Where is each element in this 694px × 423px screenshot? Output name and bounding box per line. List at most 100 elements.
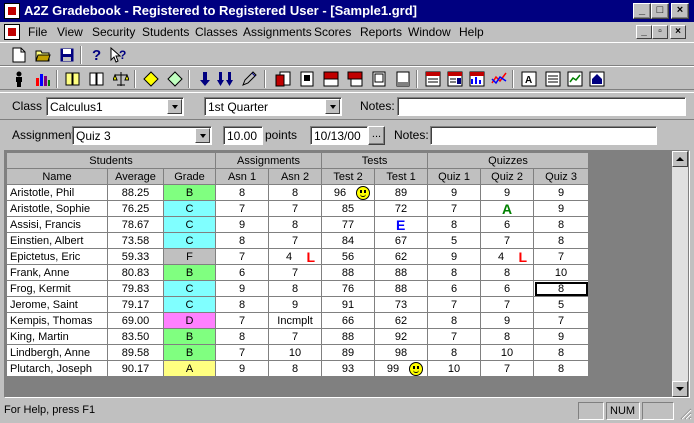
arrow-down-icon[interactable] — [196, 70, 214, 87]
menu-help[interactable]: Help — [459, 25, 484, 39]
cell-name[interactable]: Assisi, Francis — [6, 216, 108, 233]
cell-asn-2[interactable]: 7 — [268, 200, 323, 217]
table-row[interactable]: Assisi, Francis 78.67 C 9 8 77 E 8 6 8 — [6, 216, 590, 233]
cell-name[interactable]: Epictetus, Eric — [6, 248, 108, 265]
cell-asn-2[interactable]: 8 — [268, 184, 323, 201]
cell-asn-2[interactable]: 7 — [268, 232, 323, 249]
cell-test-1[interactable]: 62 — [374, 312, 429, 329]
col-header-grade[interactable]: Grade — [162, 168, 217, 185]
cell-asn-1[interactable]: 9 — [215, 280, 270, 297]
cell-asn-2[interactable]: 7 — [268, 328, 323, 345]
table-row[interactable]: Einstien, Albert 73.58 C 8 7 84 67 5 7 8 — [6, 232, 590, 249]
cell-quiz-2[interactable]: 4L — [480, 248, 535, 265]
book-icon[interactable] — [88, 70, 106, 87]
cell-test-2[interactable]: 56 — [321, 248, 376, 265]
cell-grade[interactable]: B — [162, 344, 217, 361]
cell-asn-2[interactable]: 8 — [268, 360, 323, 377]
table-row[interactable]: Aristotle, Phil 88.25 B 8 8 96 89 9 9 9 — [6, 184, 590, 201]
col-header-asn-1[interactable]: Asn 1 — [215, 168, 270, 185]
report-8-icon[interactable] — [446, 70, 464, 87]
cell-test-1[interactable]: 88 — [374, 280, 429, 297]
cell-test-1[interactable]: 72 — [374, 200, 429, 217]
tag-icon[interactable] — [142, 70, 160, 87]
cell-quiz-3[interactable]: 8 — [533, 344, 590, 361]
size-grip-icon[interactable] — [678, 406, 692, 420]
cell-average[interactable]: 80.83 — [107, 264, 164, 281]
cell-asn-1[interactable]: 8 — [215, 328, 270, 345]
table-row[interactable]: Plutarch, Joseph 90.17 A 9 8 93 99 10 7 8 — [6, 360, 590, 377]
cell-average[interactable]: 79.17 — [107, 296, 164, 313]
report-6-icon[interactable] — [394, 70, 412, 87]
cell-quiz-2[interactable]: 8 — [480, 328, 535, 345]
cell-name[interactable]: Lindbergh, Anne — [6, 344, 108, 361]
cell-asn-1[interactable]: 8 — [215, 232, 270, 249]
cell-quiz-1[interactable]: 6 — [427, 280, 482, 297]
cell-asn-1[interactable]: 7 — [215, 344, 270, 361]
context-help-icon[interactable]: ? — [110, 46, 128, 63]
cell-quiz-3[interactable]: 9 — [533, 328, 590, 345]
col-header-quiz-1[interactable]: Quiz 1 — [427, 168, 482, 185]
cell-quiz-2[interactable]: 9 — [480, 184, 535, 201]
doc-restore-button[interactable]: ▫ — [652, 25, 668, 39]
table-row[interactable]: Kempis, Thomas 69.00 D 7 Incmplt 66 62 8 9 7 — [6, 312, 590, 329]
chevron-down-icon[interactable] — [325, 99, 340, 114]
cell-quiz-2[interactable]: 7 — [480, 296, 535, 313]
cell-name[interactable]: King, Martin — [6, 328, 108, 345]
cell-average[interactable]: 76.25 — [107, 200, 164, 217]
new-file-icon[interactable] — [10, 46, 28, 63]
cell-name[interactable]: Frank, Anne — [6, 264, 108, 281]
cell-asn-1[interactable]: 9 — [215, 360, 270, 377]
cell-quiz-2[interactable]: 6 — [480, 280, 535, 297]
cell-asn-1[interactable]: 7 — [215, 200, 270, 217]
cell-quiz-2[interactable]: 8 — [480, 264, 535, 281]
menu-scores[interactable]: Scores — [314, 25, 351, 39]
cell-quiz-1[interactable]: 8 — [427, 344, 482, 361]
report-9-icon[interactable] — [468, 70, 486, 87]
table-row[interactable]: Aristotle, Sophie 76.25 C 7 7 85 72 7 A 9 — [6, 200, 590, 217]
report-13-icon[interactable] — [566, 70, 584, 87]
cell-grade[interactable]: C — [162, 200, 217, 217]
col-header-quiz-2[interactable]: Quiz 2 — [480, 168, 535, 185]
col-header-quiz-3[interactable]: Quiz 3 — [533, 168, 590, 185]
cell-grade[interactable]: B — [162, 264, 217, 281]
cell-quiz-3[interactable]: 7 — [533, 248, 590, 265]
cell-quiz-1[interactable]: 7 — [427, 296, 482, 313]
cell-test-1[interactable]: 62 — [374, 248, 429, 265]
cell-quiz-1[interactable]: 8 — [427, 264, 482, 281]
menu-reports[interactable]: Reports — [360, 25, 402, 39]
cell-average[interactable]: 79.83 — [107, 280, 164, 297]
app-icon[interactable] — [4, 3, 20, 19]
menu-file[interactable]: File — [28, 25, 47, 39]
cell-test-1[interactable]: 88 — [374, 264, 429, 281]
doc-minimize-button[interactable]: _ — [636, 25, 652, 39]
term-select[interactable]: 1st Quarter — [204, 97, 342, 116]
menu-security[interactable]: Security — [92, 25, 135, 39]
cell-test-2[interactable]: 89 — [321, 344, 376, 361]
cell-quiz-3[interactable]: 9 — [533, 184, 590, 201]
cell-asn-2[interactable]: 10 — [268, 344, 323, 361]
report-12-icon[interactable] — [544, 70, 562, 87]
menu-view[interactable]: View — [57, 25, 83, 39]
cell-average[interactable]: 78.67 — [107, 216, 164, 233]
report-3-icon[interactable] — [322, 70, 340, 87]
report-7-icon[interactable] — [424, 70, 442, 87]
cell-average[interactable]: 88.25 — [107, 184, 164, 201]
minimize-button[interactable]: _ — [633, 3, 651, 19]
cell-test-1[interactable]: E — [374, 216, 429, 233]
chevron-down-icon[interactable] — [195, 128, 210, 143]
group-quizzes[interactable]: Quizzes — [427, 152, 590, 169]
table-row[interactable]: Frog, Kermit 79.83 C 9 8 76 88 6 6 8 — [6, 280, 590, 297]
cell-test-1[interactable]: 92 — [374, 328, 429, 345]
chevron-down-icon[interactable] — [167, 99, 182, 114]
chart-icon[interactable] — [34, 70, 52, 87]
cell-asn-1[interactable]: 7 — [215, 248, 270, 265]
cell-quiz-2[interactable]: 9 — [480, 312, 535, 329]
cell-grade[interactable]: C — [162, 232, 217, 249]
cell-test-1[interactable]: 73 — [374, 296, 429, 313]
cell-asn-1[interactable]: 9 — [215, 216, 270, 233]
title-bar[interactable]: A2Z Gradebook - Registered to Registered… — [0, 0, 694, 22]
cell-asn-2[interactable]: 8 — [268, 216, 323, 233]
cell-asn-1[interactable]: 6 — [215, 264, 270, 281]
cell-quiz-1[interactable]: 7 — [427, 200, 482, 217]
cell-name[interactable]: Aristotle, Sophie — [6, 200, 108, 217]
